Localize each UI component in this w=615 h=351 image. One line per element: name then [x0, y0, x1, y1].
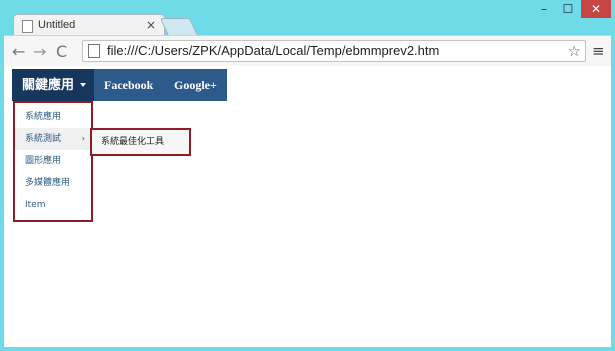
browser-toolbar: ← → C file:///C:/Users/ZPK/AppData/Local…	[4, 35, 611, 66]
dropdown-item-multimedia-apps[interactable]: 多媒體應用	[15, 172, 91, 194]
dropdown-item-item[interactable]: Item	[15, 194, 91, 216]
tab-title: Untitled	[38, 19, 76, 31]
browser-window: Untitled × – ☐ ✕ ← → C file:///C:/Users/…	[0, 0, 615, 351]
submenu-item-optimization-tool[interactable]: 系統最佳化工具	[92, 130, 189, 154]
forward-icon[interactable]: →	[33, 42, 46, 61]
bookmark-star-icon[interactable]: ☆	[568, 42, 581, 60]
address-bar[interactable]: file:///C:/Users/ZPK/AppData/Local/Temp/…	[82, 40, 586, 62]
new-tab-button[interactable]	[159, 18, 199, 36]
close-tab-icon[interactable]: ×	[146, 18, 156, 32]
dropdown-item-system-testing[interactable]: 系統測試 ›	[15, 128, 91, 150]
close-window-icon[interactable]: ✕	[581, 0, 611, 18]
nav-item-key-apps[interactable]: 關鍵應用	[12, 69, 94, 101]
url-text[interactable]: file:///C:/Users/ZPK/AppData/Local/Temp/…	[107, 43, 439, 58]
reload-icon[interactable]: C	[56, 42, 67, 61]
dropdown-item-label: 系統測試	[25, 134, 62, 144]
dropdown-item-graphics-apps[interactable]: 圖形應用	[15, 150, 91, 172]
maximize-icon[interactable]: ☐	[557, 0, 579, 18]
nav-item-facebook[interactable]: Facebook	[104, 69, 153, 101]
caret-down-icon	[80, 83, 86, 87]
back-icon[interactable]: ←	[12, 42, 25, 61]
submenu: 系統最佳化工具	[90, 128, 191, 156]
site-navbar: 關鍵應用 Facebook Google+	[12, 69, 227, 101]
document-icon	[88, 44, 100, 58]
page-icon	[22, 20, 33, 33]
page-content: 關鍵應用 Facebook Google+ 系統應用 系統測試 › 圖形應用 多…	[4, 66, 611, 347]
menu-icon[interactable]: ≡	[592, 42, 605, 60]
dropdown-menu: 系統應用 系統測試 › 圖形應用 多媒體應用 Item	[13, 101, 93, 222]
nav-item-google[interactable]: Google+	[174, 69, 217, 101]
nav-item-label: 關鍵應用	[22, 77, 75, 92]
minimize-icon[interactable]: –	[533, 0, 555, 18]
dropdown-item-system-apps[interactable]: 系統應用	[15, 106, 91, 128]
chevron-right-icon: ›	[81, 134, 85, 143]
browser-tab[interactable]: Untitled ×	[13, 14, 165, 37]
